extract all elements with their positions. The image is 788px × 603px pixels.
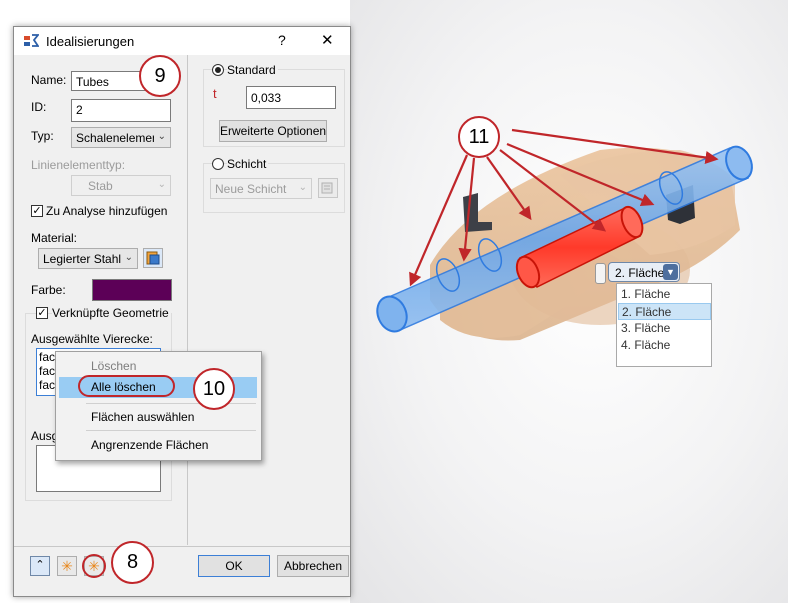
menu-separator: [86, 403, 256, 404]
menu-item-flaechen-auswaehlen[interactable]: Flächen auswählen: [91, 410, 194, 424]
t-label: t: [213, 86, 217, 101]
chevron-down-icon: ⌄: [157, 131, 166, 142]
chevron-down-icon: ⌄: [124, 252, 133, 263]
verknuepft-checkbox[interactable]: ✓: [36, 307, 48, 319]
dialog-title: Idealisierungen: [46, 34, 135, 49]
schicht-select: Neue Schicht ⌄: [210, 178, 312, 199]
farbe-label: Farbe:: [31, 283, 66, 297]
face-option-1[interactable]: 1. Fläche: [618, 286, 711, 303]
verknuepft-label: Verknüpfte Geometrie: [52, 306, 171, 320]
callout-10-ring: [78, 375, 175, 397]
farbe-swatch[interactable]: [92, 279, 172, 301]
context-menu: Löschen Alle löschen Flächen auswählen A…: [55, 351, 262, 461]
column-separator: [187, 55, 188, 545]
schicht-select-value: Neue Schicht: [215, 182, 287, 196]
material-library-icon[interactable]: [143, 248, 163, 268]
analyse-label: Zu Analyse hinzufügen: [46, 204, 168, 218]
material-label: Material:: [31, 231, 78, 245]
chevron-down-icon[interactable]: ▼: [663, 264, 678, 280]
standard-radio[interactable]: [212, 64, 224, 76]
layer-edit-icon: [318, 178, 338, 198]
title-bar[interactable]: Idealisierungen ? ✕: [14, 27, 350, 55]
erweiterte-optionen-button[interactable]: Erweiterte Optionen: [219, 120, 327, 142]
bottom-separator: [14, 546, 350, 547]
menu-item-loeschen: Löschen: [91, 359, 137, 373]
linienelementtyp-value: Stab: [88, 179, 113, 193]
callout-8-ring: [82, 554, 106, 578]
linienelementtyp-label: Linienelementtyp:: [31, 158, 126, 172]
typ-label: Typ:: [31, 129, 54, 143]
callout-11: 11: [458, 116, 500, 158]
idealisierungen-dialog: Idealisierungen ? ✕ Name: Tubes ID: 2 Ty…: [13, 26, 351, 597]
thickness-field[interactable]: 0,033: [246, 86, 336, 109]
cancel-button[interactable]: Abbrechen: [277, 555, 349, 577]
schicht-label: Schicht: [227, 157, 269, 171]
name-label: Name:: [31, 73, 67, 87]
face-option-4[interactable]: 4. Fläche: [618, 337, 711, 354]
analyse-checkbox[interactable]: ✓: [31, 205, 43, 217]
face-option-3[interactable]: 3. Fläche: [618, 320, 711, 337]
material-select-value: Legierter Stahl: [43, 252, 122, 266]
model-view: [376, 128, 753, 341]
graphics-viewport[interactable]: 11 2. Fläche ▼ 1. Fläche 2. Fläche 3. Fl…: [350, 0, 788, 603]
expand-up-icon[interactable]: ⌃: [30, 556, 50, 576]
id-field[interactable]: 2: [71, 99, 171, 122]
typ-select-value: Schalenelemente: [76, 131, 154, 145]
typ-select[interactable]: Schalenelemente ⌄: [71, 127, 171, 148]
help-button[interactable]: ?: [278, 32, 286, 48]
callout-8: 8: [111, 541, 154, 584]
linienelementtyp-select: Stab ⌄: [71, 175, 171, 196]
face-selector-value: 2. Fläche: [615, 266, 665, 280]
callout-10: 10: [193, 368, 235, 410]
sparkle-icon[interactable]: ✳: [57, 556, 77, 576]
menu-item-angrenzende-flaechen[interactable]: Angrenzende Flächen: [91, 438, 208, 452]
face-option-2[interactable]: 2. Fläche: [618, 303, 711, 320]
ok-button[interactable]: OK: [198, 555, 270, 577]
face-dropdown-list: 1. Fläche 2. Fläche 3. Fläche 4. Fläche: [616, 283, 712, 367]
chevron-down-icon: ⌄: [157, 179, 166, 190]
standard-label: Standard: [227, 63, 278, 77]
ausgewaehlte-label: Ausgewählte Vierecke:: [31, 332, 153, 346]
schicht-radio[interactable]: [212, 158, 224, 170]
app-icon: [23, 33, 40, 48]
face-selector-handle[interactable]: [595, 263, 606, 284]
chevron-down-icon: ⌄: [298, 182, 307, 193]
close-icon[interactable]: ✕: [321, 31, 334, 49]
material-select[interactable]: Legierter Stahl ⌄: [38, 248, 138, 269]
id-label: ID:: [31, 100, 47, 114]
menu-separator: [86, 430, 256, 431]
callout-9: 9: [139, 55, 181, 97]
face-selector-combo[interactable]: 2. Fläche ▼: [608, 262, 680, 282]
